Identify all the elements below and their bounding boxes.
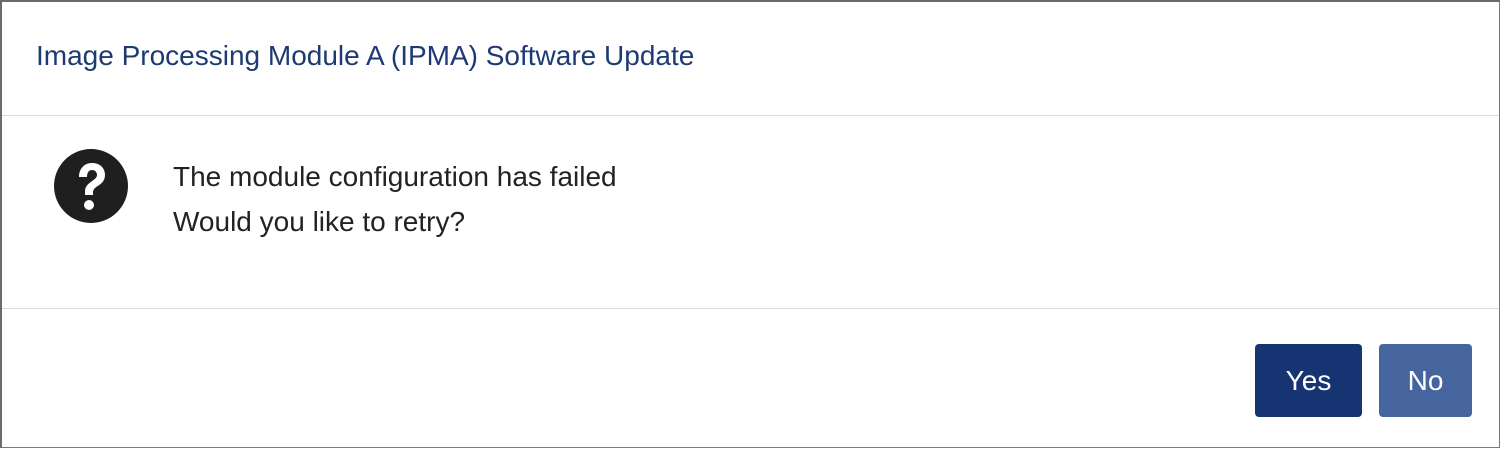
dialog-body: The module configuration has failed Woul… xyxy=(2,116,1499,309)
dialog-title: Image Processing Module A (IPMA) Softwar… xyxy=(36,40,695,71)
retry-dialog: Image Processing Module A (IPMA) Softwar… xyxy=(0,0,1500,448)
dialog-header: Image Processing Module A (IPMA) Softwar… xyxy=(2,2,1499,116)
question-circle-icon xyxy=(54,149,128,223)
message-line-failure: The module configuration has failed xyxy=(173,161,617,192)
message-line-question: Would you like to retry? xyxy=(173,206,466,237)
dialog-message: The module configuration has failed Woul… xyxy=(173,154,617,244)
dialog-footer: Yes No xyxy=(2,309,1499,448)
no-button[interactable]: No xyxy=(1379,344,1472,417)
yes-button[interactable]: Yes xyxy=(1255,344,1362,417)
